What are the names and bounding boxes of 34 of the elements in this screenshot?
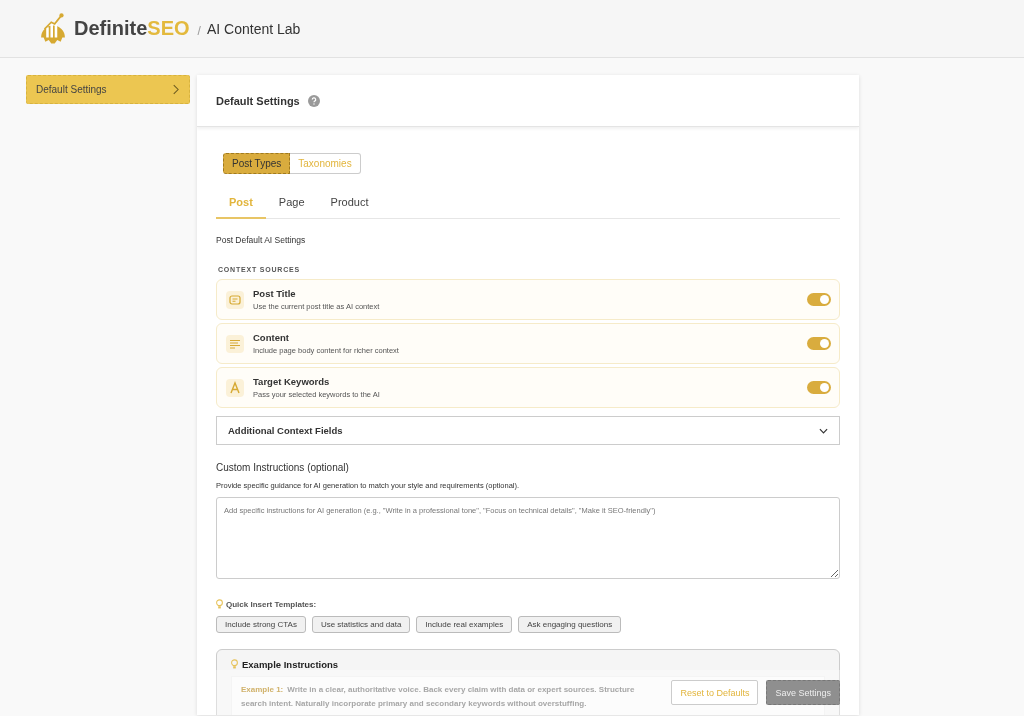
field-label: Custom Instructions (optional) <box>216 462 350 473</box>
tab[interactable]: Page <box>265 189 318 219</box>
template-button[interactable]: Ask engaging questions <box>518 616 622 633</box>
example-text: Write in a clear, authoritative voice. Back every claim with data or expert sources. Structure <box>287 685 635 694</box>
lightbulb-icon <box>231 659 238 670</box>
brand-name: DefiniteSEO <box>74 17 190 40</box>
source-title: Content <box>253 332 290 343</box>
template-button[interactable]: Use statistics and data <box>311 616 411 633</box>
template-button[interactable]: Include real examples <box>416 616 513 633</box>
segment-tab[interactable]: Post Types <box>223 153 291 174</box>
examples-title: Example Instructions <box>242 659 339 670</box>
templates-label: Quick Insert Templates: <box>226 600 317 609</box>
source-title: Target Keywords <box>253 376 331 387</box>
lightbulb-icon <box>216 599 223 610</box>
example-text: search intent. Naturally incorporate primary and secondary keywords without overstuffing. <box>241 699 588 708</box>
chevron-right-icon <box>172 84 179 95</box>
tab[interactable]: Product <box>317 189 382 219</box>
additional-fields-dropdown[interactable]: Additional Context Fields <box>216 416 840 445</box>
panel-title: Default Settings <box>216 94 300 107</box>
breadcrumb-separator: / <box>197 23 201 38</box>
toggle-switch[interactable] <box>807 337 831 350</box>
product-name: AI Content Lab <box>206 20 301 37</box>
template-button[interactable]: Include strong CTAs <box>216 616 306 633</box>
text-lines-icon <box>226 334 244 353</box>
sidebar-item[interactable]: Default Settings <box>26 75 190 104</box>
toggle-switch[interactable] <box>807 381 831 394</box>
letter-a-icon <box>226 378 244 397</box>
chevron-down-icon <box>819 427 828 434</box>
help-icon[interactable] <box>307 94 320 107</box>
toggle-switch[interactable] <box>807 293 831 306</box>
message-icon <box>226 290 244 309</box>
example-label: Example 1: <box>241 685 284 694</box>
section-title: Post Default AI Settings <box>216 235 307 245</box>
source-title: Post Title <box>253 288 297 299</box>
